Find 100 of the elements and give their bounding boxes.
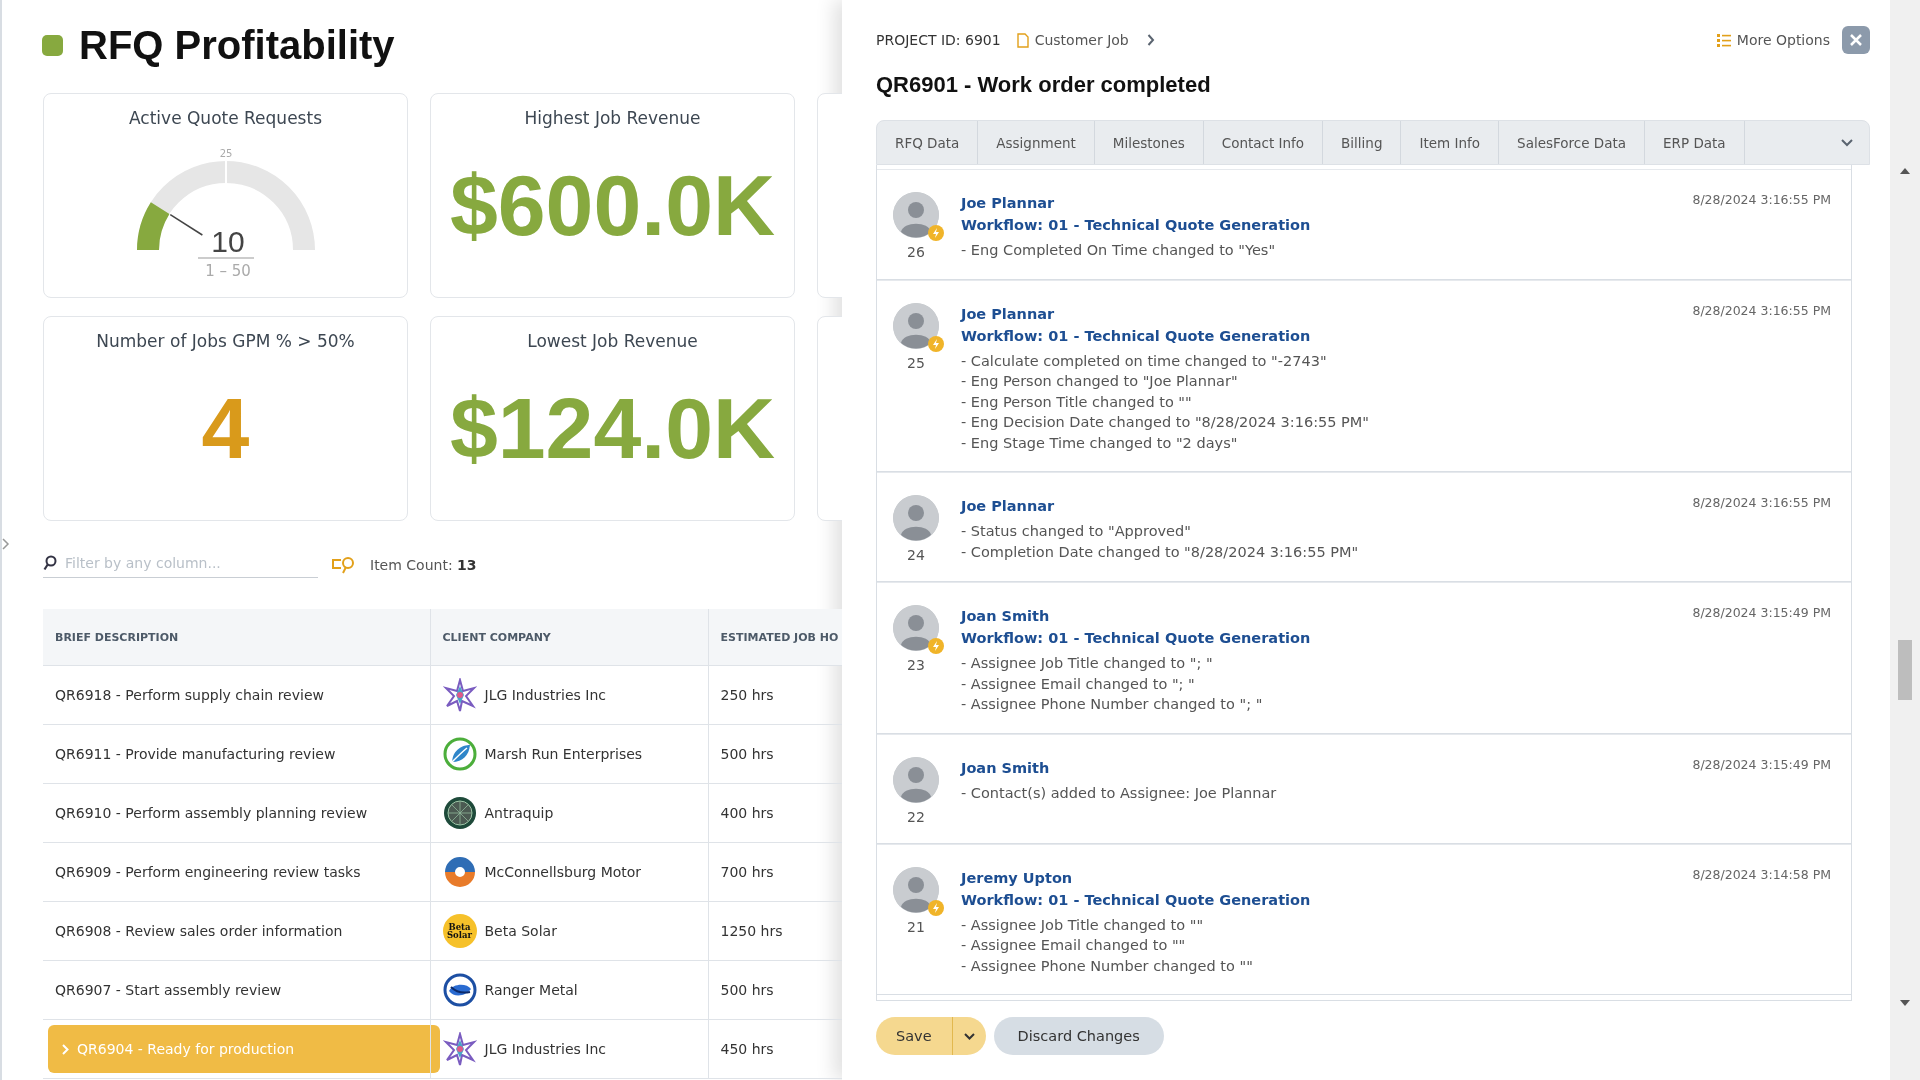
column-header[interactable]: ESTIMATED JOB HO <box>708 609 842 666</box>
change-line: - Assignee Email changed to "; " <box>961 674 1196 694</box>
caret-icon <box>62 1043 69 1055</box>
change-line: - Assignee Phone Number changed to "; " <box>961 695 1264 714</box>
document-icon <box>1016 32 1029 48</box>
table-cell: Beta Solar <box>484 923 557 939</box>
author-name: Joe Plannar <box>961 304 1055 324</box>
chevron-right-icon[interactable] <box>2 538 10 550</box>
table-cell: 700 hrs <box>720 864 774 880</box>
list-icon <box>1716 33 1731 47</box>
avatar <box>893 495 939 541</box>
project-id: PROJECT ID: 6901 <box>876 32 1001 48</box>
table-cell: 400 hrs <box>720 805 774 821</box>
workflow-label: Workflow: 01 - Technical Quote Generation <box>961 890 1312 910</box>
tab[interactable]: SalesForce Data <box>1499 121 1646 164</box>
author-name: Jeremy Upton <box>961 868 1073 888</box>
scrollbar[interactable] <box>1890 0 1920 1080</box>
table-cell[interactable]: QR6918 - Perform supply chain review <box>55 687 324 703</box>
change-line: - Eng Person Title changed to "" <box>961 392 1193 412</box>
change-line: - Eng Stage Time changed to "2 days" <box>961 433 1239 453</box>
change-line: - Completion Date changed to "8/28/2024 3:16:55 PM" <box>961 542 1360 562</box>
chevron-right-icon[interactable] <box>1146 34 1155 46</box>
author-name: Joan Smith <box>961 758 1050 778</box>
ring-logo-icon <box>442 973 477 1007</box>
kpi-title: Active Quote Requests <box>129 108 322 128</box>
entry-number: 24 <box>907 547 925 563</box>
arrow-up-icon[interactable] <box>1900 168 1910 174</box>
close-button[interactable] <box>1842 26 1870 54</box>
change-line: - Assignee Email changed to "" <box>961 936 1187 955</box>
entry-number: 22 <box>907 808 925 825</box>
table-cell[interactable]: QR6908 - Review sales order information <box>55 923 343 939</box>
tab[interactable]: RFQ Data <box>877 121 979 164</box>
kpi-value: $600.0K <box>449 162 776 248</box>
more-options-link[interactable]: More Options <box>1716 32 1830 48</box>
workflow-label: Workflow: 01 - Technical Quote Generation <box>961 629 1312 648</box>
column-header[interactable]: CLIENT COMPANY <box>430 609 708 666</box>
timestamp: 8/28/2024 3:16:55 PM <box>1692 495 1831 512</box>
table-cell: JLG Industries Inc <box>484 1041 606 1057</box>
table-cell: JLG Industries Inc <box>484 687 606 703</box>
change-line: - Assignee Job Title changed to "; " <box>961 654 1214 673</box>
leaf-logo-icon <box>442 737 477 771</box>
change-line: - Eng Person changed to "Joe Plannar" <box>961 372 1239 391</box>
page-title: RFQ Profitability <box>79 22 395 68</box>
change-line: - Status changed to "Approved" <box>961 522 1192 541</box>
timestamp: 8/28/2024 3:15:49 PM <box>1692 756 1831 774</box>
close-icon <box>1850 34 1862 46</box>
kpi-title: Lowest Job Revenue <box>527 331 698 351</box>
avatar <box>893 866 939 913</box>
swirl-logo-icon <box>442 855 477 889</box>
author-name: Joe Plannar <box>961 194 1055 213</box>
breadcrumb-link[interactable]: Customer Job <box>1016 32 1129 48</box>
table-cell: Antraquip <box>484 805 554 821</box>
table-cell: 250 hrs <box>720 687 774 703</box>
title-marker <box>42 34 63 56</box>
discard-button[interactable]: Discard Changes <box>993 1017 1164 1055</box>
scrollbar-thumb[interactable] <box>1898 640 1912 700</box>
table-cell: 1250 hrs <box>720 923 783 939</box>
globe-logo-icon <box>442 796 477 830</box>
avatar <box>893 302 939 349</box>
tab[interactable]: Assignment <box>978 121 1095 164</box>
chevron-down-icon <box>963 1032 975 1040</box>
gauge-range: 1 – 50 <box>204 262 251 278</box>
entry-number: 21 <box>907 918 925 935</box>
search-icon <box>43 555 57 571</box>
kpi-title: Highest Job Revenue <box>524 108 701 128</box>
tab[interactable]: Billing <box>1323 121 1402 164</box>
column-header[interactable]: BRIEF DESCRIPTION <box>43 609 430 666</box>
table-cell: Marsh Run Enterprises <box>484 746 643 762</box>
filter-field[interactable]: Filter by any column... <box>65 555 305 571</box>
tab[interactable]: Item Info <box>1401 121 1500 164</box>
tab[interactable]: Milestones <box>1094 121 1204 164</box>
tab[interactable]: ERP Data <box>1645 121 1745 164</box>
gauge-tick-label: 25 <box>219 148 232 159</box>
change-line: - Calculate completed on time changed to "-2743" <box>961 351 1328 371</box>
avatar <box>893 756 939 803</box>
entry-number: 26 <box>907 244 925 260</box>
chevron-down-icon <box>1841 138 1853 147</box>
timestamp: 8/28/2024 3:14:58 PM <box>1692 866 1831 884</box>
gauge-needle <box>169 213 203 236</box>
change-line: - Contact(s) added to Assignee: Joe Plannar <box>961 783 1278 803</box>
table-cell: 450 hrs <box>720 1041 774 1057</box>
timestamp: 8/28/2024 3:16:55 PM <box>1692 192 1831 209</box>
arrow-down-icon[interactable] <box>1900 1000 1910 1006</box>
save-button[interactable]: Save <box>876 1017 952 1055</box>
workflow-label: Workflow: 01 - Technical Quote Generation <box>961 216 1312 235</box>
change-line: - Assignee Phone Number changed to "" <box>961 956 1254 976</box>
table-cell[interactable]: QR6909 - Perform engineering review tasks <box>55 864 361 880</box>
table-cell[interactable]: QR6910 - Perform assembly planning review <box>55 805 368 821</box>
tab[interactable]: Contact Info <box>1203 121 1324 164</box>
change-line: - Eng Decision Date changed to "8/28/2024 3:16:55 PM" <box>961 413 1370 432</box>
author-name: Joan Smith <box>961 607 1050 626</box>
table-cell[interactable]: QR6907 - Start assembly review <box>55 982 282 998</box>
kpi-value: $124.0K <box>449 385 776 471</box>
gauge-value: 10 <box>210 225 245 258</box>
panel-title: QR6901 - Work order completed <box>876 72 1212 98</box>
table-cell[interactable]: QR6911 - Provide manufacturing review <box>55 746 336 762</box>
avatar <box>893 192 939 238</box>
table-cell: 500 hrs <box>720 982 774 998</box>
change-line: - Eng Completed On Time changed to "Yes" <box>961 241 1277 260</box>
entry-number: 25 <box>907 354 925 371</box>
